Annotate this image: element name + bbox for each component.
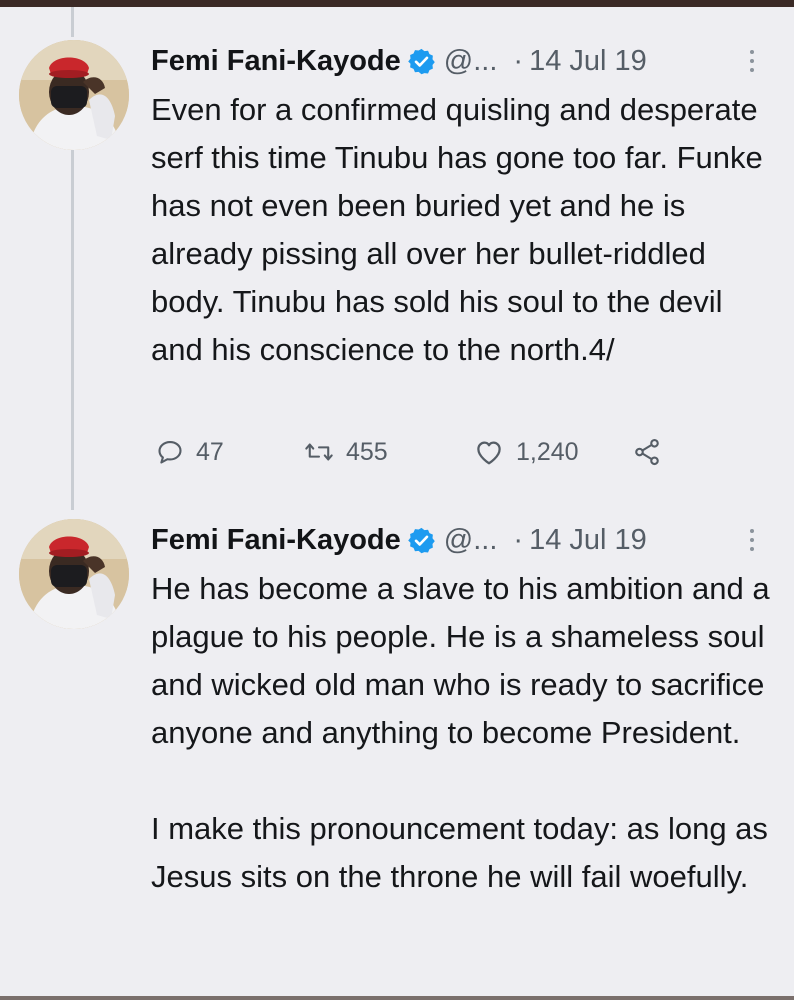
- separator-dot: ·: [513, 523, 524, 556]
- tweet-date[interactable]: 14 Jul 19: [529, 45, 647, 78]
- top-border: [0, 0, 794, 7]
- author-name[interactable]: Femi Fani-Kayode: [151, 524, 401, 557]
- author-handle[interactable]: @...: [444, 45, 498, 78]
- avatar[interactable]: [19, 40, 129, 150]
- reply-icon: [158, 441, 182, 464]
- tweet-header: Femi Fani-Kayode @... · 14 Jul 19: [151, 515, 771, 565]
- like-button[interactable]: 1,240: [474, 432, 579, 472]
- tweet-paragraph: I make this pronouncement today: as long…: [151, 811, 768, 894]
- avatar[interactable]: [19, 519, 129, 629]
- author-handle[interactable]: @...: [444, 524, 498, 557]
- retweet-icon: [305, 443, 333, 461]
- tweet-paragraph: Even for a confirmed quisling and desper…: [151, 92, 763, 367]
- thread-connector-line: [71, 148, 74, 510]
- share-icon: [635, 438, 659, 466]
- verified-badge-icon: [407, 526, 436, 555]
- heart-icon: [477, 441, 501, 465]
- tweet-paragraph: He has become a slave to his ambition an…: [151, 571, 770, 750]
- retweet-count: 455: [346, 437, 388, 466]
- more-options-icon[interactable]: [746, 48, 758, 74]
- tweet-header: Femi Fani-Kayode @... · 14 Jul 19: [151, 36, 771, 86]
- tweet-date[interactable]: 14 Jul 19: [529, 524, 647, 557]
- reply-button[interactable]: 47: [156, 432, 224, 472]
- tweet-text: Even for a confirmed quisling and desper…: [151, 86, 776, 374]
- thread-connector-line: [71, 7, 74, 37]
- bottom-border: [0, 996, 794, 1000]
- verified-badge-icon: [407, 47, 436, 76]
- separator-dot: ·: [513, 44, 524, 77]
- reply-count: 47: [196, 437, 224, 466]
- more-options-icon[interactable]: [746, 527, 758, 553]
- tweet-text: He has become a slave to his ambition an…: [151, 565, 776, 901]
- share-button[interactable]: [632, 432, 662, 472]
- tweet-actions: 47 455 1,240: [156, 432, 676, 472]
- retweet-button[interactable]: 455: [304, 432, 388, 472]
- like-count: 1,240: [516, 437, 579, 466]
- author-name[interactable]: Femi Fani-Kayode: [151, 45, 401, 78]
